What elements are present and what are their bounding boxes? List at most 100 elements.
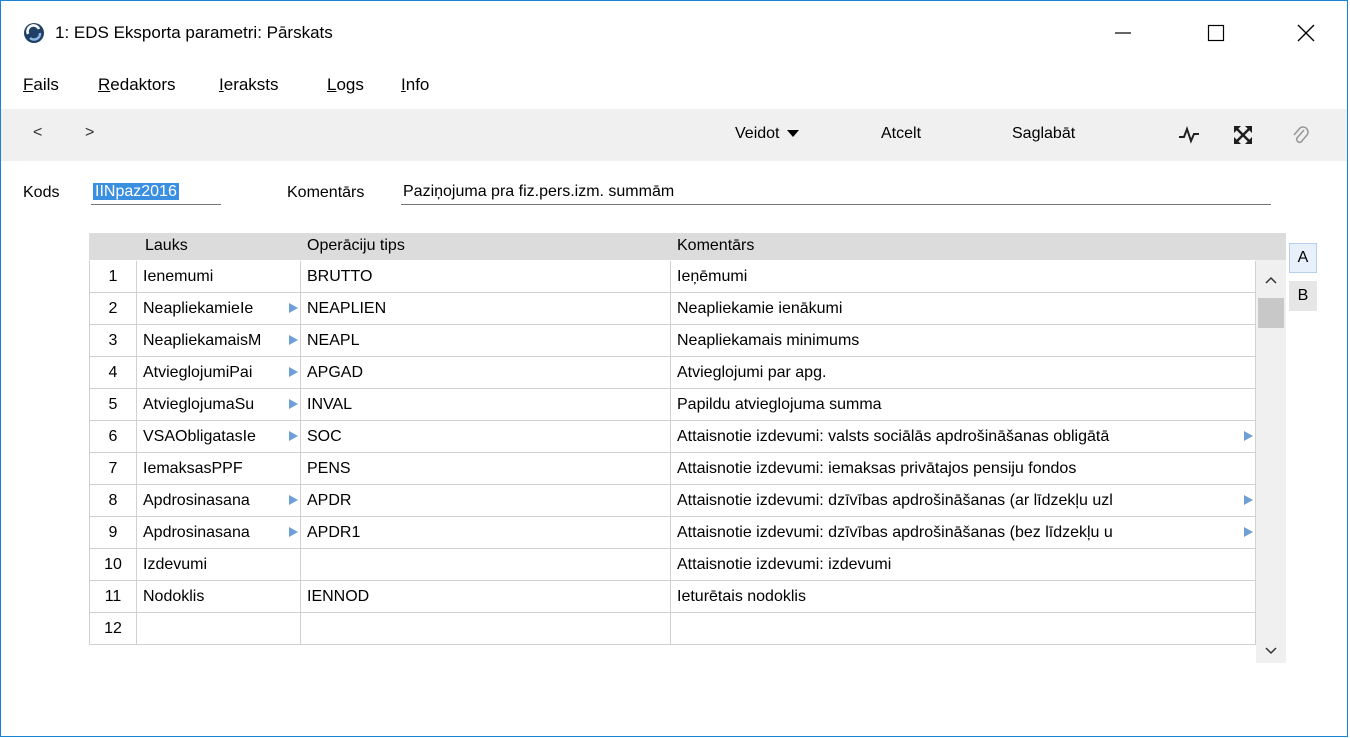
comment-cell[interactable]: Ieņēmumi <box>671 261 1256 292</box>
overflow-arrow-icon <box>1244 527 1253 537</box>
row-number[interactable]: 2 <box>89 293 137 324</box>
menu-logs[interactable]: Logs <box>327 75 364 95</box>
comment-cell[interactable]: Attaisnotie izdevumi: izdevumi <box>671 549 1256 580</box>
table-row[interactable]: 6 VSAObligatasIe SOC Attaisnotie izdevumi: … <box>89 421 1256 453</box>
back-button[interactable]: < <box>33 124 42 142</box>
column-header-operaciju-tips[interactable]: Operāciju tips <box>307 237 405 255</box>
minimize-icon <box>1115 32 1131 34</box>
field-cell[interactable]: VSAObligatasIe <box>137 421 301 452</box>
field-cell[interactable] <box>137 613 301 644</box>
operation-type-cell[interactable]: INVAL <box>301 389 671 420</box>
field-cell[interactable]: Izdevumi <box>137 549 301 580</box>
field-cell[interactable]: Nodoklis <box>137 581 301 612</box>
code-field[interactable]: IINpaz2016 <box>91 181 221 205</box>
row-number[interactable]: 7 <box>89 453 137 484</box>
table-row[interactable]: 7 IemaksasPPF PENS Attaisnotie izdevumi: ie… <box>89 453 1256 485</box>
save-button[interactable]: Saglabāt <box>1012 125 1075 143</box>
table-row[interactable]: 11 Nodoklis IENNOD Ieturētais nodoklis <box>89 581 1256 613</box>
comment-cell[interactable]: Attaisnotie izdevumi: iemaksas privātajo… <box>671 453 1256 484</box>
field-cell[interactable]: Ienemumi <box>137 261 301 292</box>
operation-type-cell[interactable]: PENS <box>301 453 671 484</box>
table-row[interactable]: 3 NeapliekamaisM NEAPL Neapliekamais minimu… <box>89 325 1256 357</box>
close-button[interactable] <box>1281 15 1331 51</box>
row-number-text: 2 <box>108 300 118 317</box>
row-number[interactable]: 10 <box>89 549 137 580</box>
row-number[interactable]: 5 <box>89 389 137 420</box>
menu-info[interactable]: Info <box>401 75 429 95</box>
activity-button[interactable] <box>1177 123 1201 147</box>
minimize-button[interactable] <box>1098 15 1148 51</box>
field-cell[interactable]: AtvieglojumaSu <box>137 389 301 420</box>
table-row[interactable]: 1 Ienemumi BRUTTO Ieņēmumi <box>89 261 1256 293</box>
code-label: Kods <box>23 184 60 201</box>
row-number[interactable]: 6 <box>89 421 137 452</box>
title-bar: 1: EDS Eksporta parametri: Pārskats <box>1 1 1347 65</box>
comment-cell-text: Atvieglojumi par apg. <box>677 364 827 381</box>
comment-cell[interactable]: Papildu atvieglojuma summa <box>671 389 1256 420</box>
field-cell[interactable]: AtvieglojumiPai <box>137 357 301 388</box>
page-tab-a[interactable]: A <box>1289 243 1317 273</box>
row-number[interactable]: 9 <box>89 517 137 548</box>
menu-fails[interactable]: Fails <box>23 75 59 95</box>
comment-cell[interactable]: Atvieglojumi par apg. <box>671 357 1256 388</box>
table-row[interactable]: 10 Izdevumi Attaisnotie izdevumi: izdevumi <box>89 549 1256 581</box>
field-cell-text: AtvieglojumiPai <box>143 364 253 381</box>
operation-type-cell[interactable] <box>301 613 671 644</box>
row-number[interactable]: 4 <box>89 357 137 388</box>
comment-cell[interactable]: Ieturētais nodoklis <box>671 581 1256 612</box>
fullscreen-button[interactable] <box>1231 123 1255 147</box>
scroll-thumb[interactable] <box>1258 298 1284 328</box>
operation-type-cell[interactable]: NEAPL <box>301 325 671 356</box>
comment-cell[interactable]: Attaisnotie izdevumi: valsts sociālās ap… <box>671 421 1256 452</box>
comment-cell[interactable] <box>671 613 1256 644</box>
field-cell[interactable]: NeapliekamieIe <box>137 293 301 324</box>
operation-type-cell[interactable] <box>301 549 671 580</box>
comment-cell[interactable]: Neapliekamie ienākumi <box>671 293 1256 324</box>
comment-cell[interactable]: Attaisnotie izdevumi: dzīvības apdrošinā… <box>671 485 1256 516</box>
comment-cell[interactable]: Neapliekamais minimums <box>671 325 1256 356</box>
comment-cell[interactable]: Attaisnotie izdevumi: dzīvības apdrošinā… <box>671 517 1256 548</box>
table-row[interactable]: 4 AtvieglojumiPai APGAD Atvieglojumi par ap… <box>89 357 1256 389</box>
overflow-arrow-icon <box>289 495 298 505</box>
row-number[interactable]: 1 <box>89 261 137 292</box>
table-row[interactable]: 9 Apdrosinasana APDR1 Attaisnotie izdevumi:… <box>89 517 1256 549</box>
menu-redaktors[interactable]: Redaktors <box>98 75 175 95</box>
attachment-button[interactable] <box>1288 123 1312 147</box>
row-number[interactable]: 8 <box>89 485 137 516</box>
page-tab-b[interactable]: B <box>1289 281 1317 311</box>
menu-ieraksts-label: eraksts <box>223 75 279 94</box>
operation-type-cell[interactable]: IENNOD <box>301 581 671 612</box>
column-header-komentars[interactable]: Komentārs <box>677 237 754 255</box>
row-number[interactable]: 12 <box>89 613 137 644</box>
scroll-down-button[interactable] <box>1256 641 1286 661</box>
operation-type-cell[interactable]: APDR <box>301 485 671 516</box>
maximize-button[interactable] <box>1191 15 1241 51</box>
menu-ieraksts[interactable]: Ieraksts <box>219 75 279 95</box>
table-row[interactable]: 12 <box>89 613 1256 645</box>
forward-button[interactable]: > <box>85 124 94 142</box>
overflow-arrow-icon <box>289 399 298 409</box>
row-number[interactable]: 3 <box>89 325 137 356</box>
create-button[interactable]: Veidot <box>735 125 799 143</box>
operation-type-cell[interactable]: BRUTTO <box>301 261 671 292</box>
operation-type-cell[interactable]: APGAD <box>301 357 671 388</box>
scroll-up-button[interactable] <box>1256 270 1286 290</box>
table-row[interactable]: 8 Apdrosinasana APDR Attaisnotie izdevumi: … <box>89 485 1256 517</box>
field-cell[interactable]: IemaksasPPF <box>137 453 301 484</box>
table-row[interactable]: 2 NeapliekamieIe NEAPLIEN Neapliekamie ienā… <box>89 293 1256 325</box>
field-cell[interactable]: Apdrosinasana <box>137 517 301 548</box>
operation-type-cell[interactable]: SOC <box>301 421 671 452</box>
vertical-scrollbar[interactable] <box>1256 260 1286 663</box>
field-cell[interactable]: NeapliekamaisM <box>137 325 301 356</box>
field-cell[interactable]: Apdrosinasana <box>137 485 301 516</box>
create-button-label: Veidot <box>735 125 780 142</box>
operation-type-cell[interactable]: NEAPLIEN <box>301 293 671 324</box>
operation-type-cell[interactable]: APDR1 <box>301 517 671 548</box>
column-header-lauks[interactable]: Lauks <box>145 237 188 255</box>
operation-type-cell-text: BRUTTO <box>307 268 373 285</box>
table-row[interactable]: 5 AtvieglojumaSu INVAL Papildu atvieglojuma… <box>89 389 1256 421</box>
toolbar: < > Veidot Atcelt Saglabāt <box>1 109 1347 161</box>
cancel-button[interactable]: Atcelt <box>881 125 921 143</box>
row-number[interactable]: 11 <box>89 581 137 612</box>
comment-field[interactable]: Paziņojuma pra fiz.pers.izm. summām <box>401 181 1271 205</box>
